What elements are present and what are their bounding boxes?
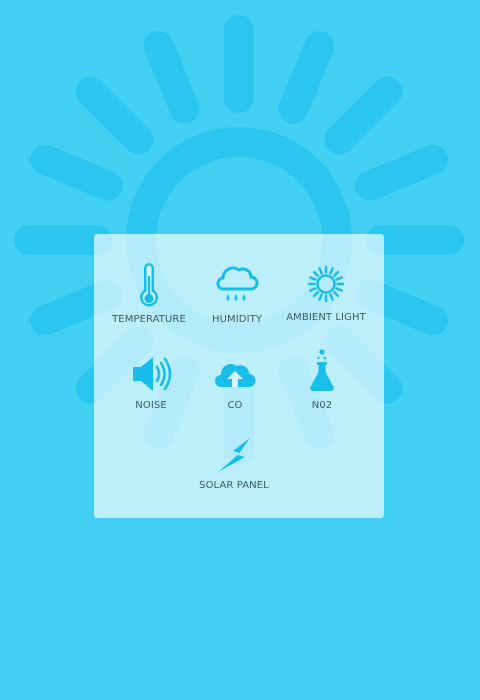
sensor-label: NOISE — [135, 400, 167, 411]
sensor-no2[interactable]: N02 — [287, 348, 357, 411]
sun-icon — [307, 265, 345, 303]
thermometer-icon — [140, 263, 158, 307]
sensor-label: SOLAR PANEL — [199, 480, 269, 491]
sensor-label: CO — [227, 400, 243, 411]
cloud-upload-icon — [215, 363, 256, 387]
lightning-icon — [218, 438, 250, 472]
sensor-co[interactable]: CO — [200, 354, 270, 411]
speaker-icon — [133, 357, 172, 391]
flask-icon — [310, 349, 334, 392]
sensor-ambient-light[interactable]: AMBIENT LIGHT — [286, 262, 366, 323]
sensor-label: AMBIENT LIGHT — [286, 312, 366, 323]
sensor-panel: TEMPERATURE HUMIDITY AMBIENT LIGHT NOISE — [94, 234, 384, 518]
sensor-noise[interactable]: NOISE — [116, 354, 186, 411]
sensor-label: TEMPERATURE — [112, 314, 186, 325]
sensor-solar-panel[interactable]: SOLAR PANEL — [194, 436, 274, 491]
sensor-label: HUMIDITY — [211, 314, 263, 325]
sensor-label: N02 — [311, 400, 333, 411]
rain-cloud-icon — [216, 266, 259, 301]
sensor-humidity[interactable]: HUMIDITY — [202, 262, 272, 325]
sensor-temperature[interactable]: TEMPERATURE — [112, 262, 186, 325]
